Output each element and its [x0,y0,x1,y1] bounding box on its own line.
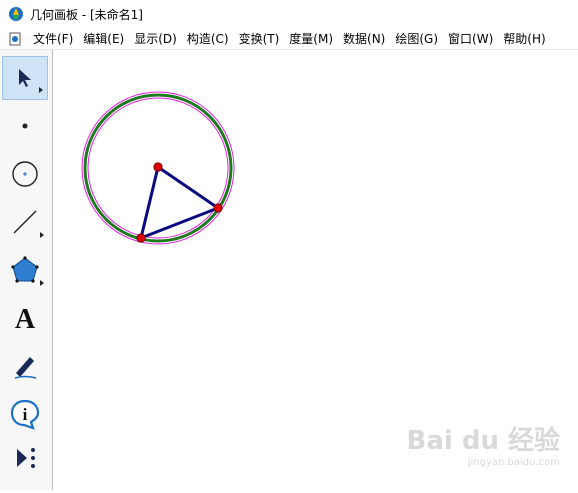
watermark-logo: Bai du 经验 [406,426,561,456]
compass-tool-icon [12,161,38,187]
baidu-watermark: Bai du 经验 jingyan.baidu.com [407,420,561,468]
menu-data[interactable]: 数据(N) [338,30,390,47]
title-bar: 几何画板 - [未命名1] [0,0,578,28]
triangle[interactable] [139,165,220,240]
menu-window[interactable]: 窗口(W) [443,30,498,47]
watermark-url: jingyan.baidu.com [467,457,560,468]
arrow-tool-icon [19,69,31,87]
marker-tool[interactable] [2,344,48,388]
custom-tool[interactable] [2,436,48,480]
compass-tool[interactable] [2,152,48,196]
menu-edit[interactable]: 编辑(E) [78,30,129,47]
circle-point-right[interactable] [213,203,223,213]
point-tool-icon [22,123,28,129]
tool-menu-arrow-icon [40,232,44,238]
window-title: 几何画板 - [未命名1] [30,7,143,22]
polygon-tool[interactable] [2,248,48,292]
menu-file[interactable]: 文件(F) [28,30,78,47]
menu-transform[interactable]: 变换(T) [234,30,285,47]
arrow-tool[interactable] [2,56,48,100]
information-tool[interactable]: i [2,392,48,436]
menu-display[interactable]: 显示(D) [129,30,182,47]
tool-menu-arrow-icon [40,280,44,286]
menu-help[interactable]: 帮助(H) [498,30,550,47]
center-point[interactable] [153,162,163,172]
polygon-tool-icon [11,256,39,283]
marker-tool-icon [14,357,37,379]
information-tool-icon: i [10,399,40,430]
straightedge-tool-icon [13,210,37,234]
menu-graph[interactable]: 绘图(G) [390,30,443,47]
document-icon[interactable] [8,32,22,46]
text-tool-icon: A [15,304,36,333]
sketch-canvas[interactable]: Bai du 经验 jingyan.baidu.com [53,50,578,490]
menu-construct[interactable]: 构造(C) [182,30,234,47]
text-tool[interactable]: A [2,296,48,340]
sketchpad-logo-icon [9,7,23,21]
toolbox: A i [0,50,53,490]
custom-tool-icon [17,448,35,468]
straightedge-tool[interactable] [2,200,48,244]
menu-measure[interactable]: 度量(M) [284,30,338,47]
point-tool[interactable] [2,104,48,148]
tool-menu-arrow-icon [39,87,43,93]
menu-bar: 文件(F) 编辑(E) 显示(D) 构造(C) 变换(T) 度量(M) 数据(N… [0,28,578,50]
circle-point-bottom[interactable] [136,233,146,243]
svg-text:i: i [23,405,28,424]
svg-text:A: A [15,304,36,333]
